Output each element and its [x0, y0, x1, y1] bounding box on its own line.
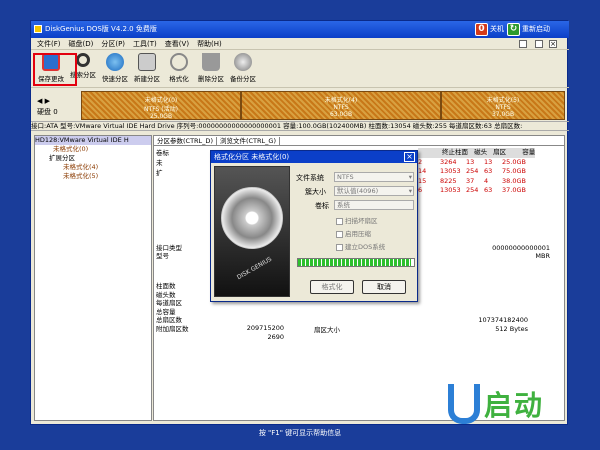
capacity-values: 107374182400 512 Bytes: [478, 316, 528, 333]
logo-u-mark: [448, 384, 480, 424]
format-confirm-button[interactable]: 格式化: [310, 280, 354, 294]
disk-label: 硬盘 0: [37, 108, 58, 116]
backup-partition-button[interactable]: 备份分区: [228, 52, 258, 86]
hdd-image: DISK GENIUS: [214, 166, 290, 297]
title-bar: DiskGenius DOS版 V4.2.0 免费版 0 关机 ↻ 重新启动: [31, 21, 569, 38]
iface-info: 接口类型 型号: [156, 244, 182, 260]
tree-item[interactable]: 未格式化(5): [35, 172, 151, 181]
app-icon: [34, 25, 42, 33]
logo-text: 启动: [484, 389, 545, 422]
search-icon: [76, 53, 90, 67]
format-dialog: 格式化分区 未格式化(0) × DISK GENIUS 文件系统 NTFS ▾ 簇大…: [210, 150, 418, 302]
table-row[interactable]: 2 3264 13 13 25.0GB: [418, 158, 535, 168]
format-progress-bar: [297, 258, 415, 267]
table-row[interactable]: 15 8225 37 4 38.0GB: [418, 177, 535, 187]
left-labels: 卷标未扩: [156, 149, 169, 177]
save-highlight: [33, 53, 77, 86]
tree-item[interactable]: 未格式化(0): [35, 145, 151, 154]
cluster-select[interactable]: 默认值(4096) ▾: [334, 186, 414, 196]
restart-icon[interactable]: ↻: [507, 23, 520, 36]
format-icon: [170, 53, 188, 71]
create-dos-checkbox[interactable]: 建立DOS系统: [336, 241, 385, 251]
volume-label: 卷标: [315, 202, 329, 210]
progress-fill: [298, 259, 411, 266]
menu-help[interactable]: 帮助(H): [197, 40, 222, 48]
cancel-button[interactable]: 取消: [362, 280, 406, 294]
chevron-down-icon: ▾: [408, 187, 412, 195]
table-row[interactable]: 6 13053 254 63 37.0GB: [418, 186, 535, 196]
scan-bad-sectors-checkbox[interactable]: 扫描坏扇区: [336, 215, 378, 225]
nav-arrows[interactable]: ◀ ▶: [37, 97, 50, 105]
menu-view[interactable]: 查看(V): [165, 40, 189, 48]
fs-label: 文件系统: [296, 174, 324, 182]
tab-partition-params[interactable]: 分区参数(CTRL_D): [154, 137, 217, 145]
menu-partition[interactable]: 分区(P): [101, 40, 125, 48]
menu-bar: 文件(F) 磁盘(D) 分区(P) 工具(T) 查看(V) 帮助(H) ×: [31, 38, 569, 50]
sector-size-label: 扇区大小: [314, 326, 340, 334]
hdd-brand: DISK GENIUS: [235, 255, 274, 282]
diskmap-partition-5[interactable]: 未格式化(5) NTFS 37.0GB: [441, 91, 565, 120]
restart-label[interactable]: 重新启动: [522, 21, 550, 38]
serial-info: 00000000000001 MBR: [492, 244, 550, 260]
disk-info-bar: 接口:ATA 型号:VMware Virtual IDE Hard Drive …: [31, 121, 569, 131]
partition-tree: HD128:VMware Virtual IDE H 未格式化(0) 扩展分区 …: [34, 135, 152, 421]
menu-tools[interactable]: 工具(T): [133, 40, 157, 48]
disk-stats: 柱面数 磁头数 每道扇区 总容量 总扇区数 附加扇区数: [156, 282, 189, 333]
shutdown-icon[interactable]: 0: [475, 23, 488, 36]
toolbar: 保存更改 搜索分区 快速分区 新建分区 格式化 删除分区 备份分区: [31, 50, 569, 88]
close-button[interactable]: ×: [549, 40, 557, 48]
backup-icon: [234, 53, 252, 71]
cluster-label: 簇大小: [305, 188, 326, 196]
fs-select[interactable]: NTFS ▾: [334, 172, 414, 182]
dialog-title: 格式化分区 未格式化(0) ×: [211, 151, 417, 163]
sector-values: 209715200 2690: [246, 324, 284, 341]
tab-browse-files[interactable]: 浏览文件(CTRL_G): [216, 137, 280, 145]
window-title: DiskGenius DOS版 V4.2.0 免费版: [45, 25, 157, 33]
restore-button[interactable]: [535, 40, 543, 48]
tree-item[interactable]: 扩展分区: [35, 154, 151, 163]
status-bar: 按 "F1" 键可显示帮助信息: [258, 429, 342, 437]
shutdown-label[interactable]: 关机: [490, 21, 504, 38]
diskmap-partition-4[interactable]: 未格式化(4) NTFS 63.0GB: [241, 91, 441, 120]
trash-icon: [202, 53, 220, 71]
tree-item[interactable]: 未格式化(4): [35, 163, 151, 172]
quick-partition-icon: [106, 53, 124, 71]
tree-disk[interactable]: HD128:VMware Virtual IDE H: [35, 136, 151, 145]
table-row[interactable]: 14 13053 254 63 75.0GB: [418, 167, 535, 177]
dialog-close-button[interactable]: ×: [404, 152, 415, 162]
minimize-button[interactable]: [519, 40, 527, 48]
diskmap-partition-0[interactable]: 未格式化(0) NTFS (活动) 25.0GB: [81, 91, 241, 120]
chevron-down-icon: ▾: [408, 173, 412, 181]
volume-input[interactable]: 系统: [334, 200, 414, 210]
enable-compression-checkbox[interactable]: 启用压缩: [336, 228, 371, 238]
new-partition-icon: [138, 53, 156, 71]
partition-table: 终止柱面 磁头 扇区 容量 2 3264 13 13 25.0GB 14 13053 254…: [418, 148, 536, 196]
tab-bar: 分区参数(CTRL_D) 浏览文件(CTRL_G): [154, 136, 564, 146]
ustart-logo: 启动: [448, 380, 588, 435]
menu-file[interactable]: 文件(F): [37, 40, 61, 48]
menu-disk[interactable]: 磁盘(D): [69, 40, 94, 48]
